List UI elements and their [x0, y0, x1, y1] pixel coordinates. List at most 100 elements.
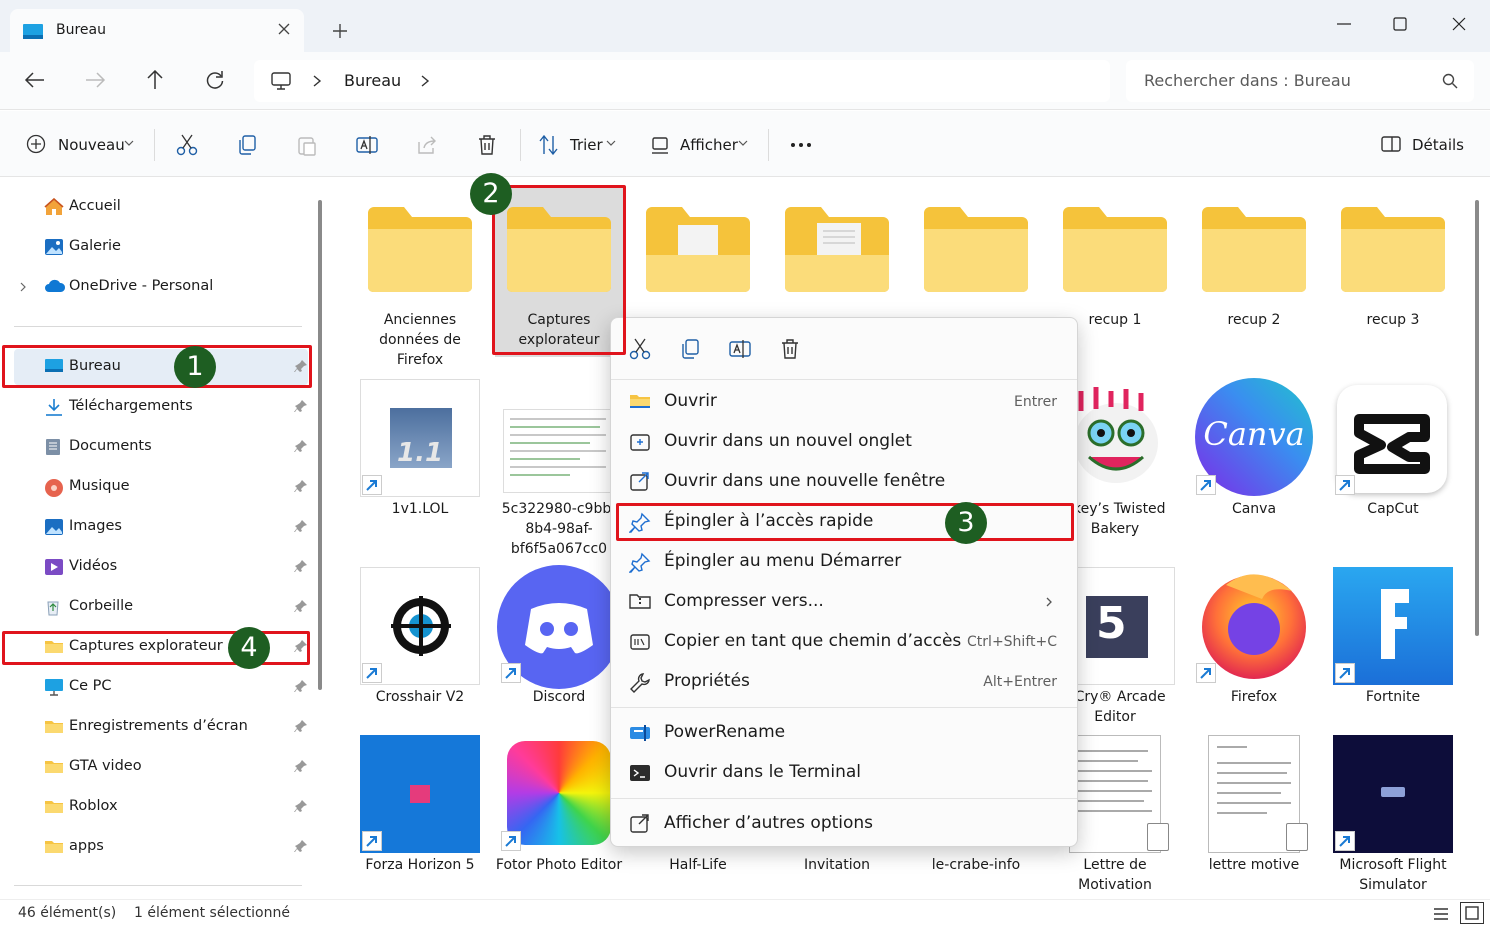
- sidebar-item-gallery[interactable]: Galerie: [14, 229, 308, 265]
- sidebar-item-gta-video[interactable]: GTA video: [14, 749, 308, 785]
- copy-icon[interactable]: [236, 134, 258, 156]
- maximize-icon[interactable]: [1390, 14, 1410, 34]
- file-item[interactable]: 1.1 1v1.LOL: [356, 377, 484, 517]
- list-view-icon[interactable]: [1432, 906, 1450, 922]
- paste-icon[interactable]: [296, 134, 318, 156]
- file-item[interactable]: [634, 197, 762, 317]
- close-window-icon[interactable]: [1449, 14, 1469, 34]
- pin-icon[interactable]: [294, 559, 308, 573]
- file-item[interactable]: Canva Canva: [1190, 377, 1318, 517]
- file-item[interactable]: Anciennes données de Firefox: [356, 197, 484, 377]
- file-item[interactable]: 5c322980-c9bb-8b4-98af-bf6f5a067cc0: [495, 377, 623, 557]
- sort-button[interactable]: Trier: [570, 136, 603, 154]
- breadcrumb-bureau[interactable]: Bureau: [344, 71, 401, 90]
- pin-icon[interactable]: [294, 479, 308, 493]
- file-item[interactable]: [912, 197, 1040, 317]
- menu-item-open-terminal[interactable]: Ouvrir dans le Terminal: [615, 753, 1073, 793]
- context-menu: Ouvrir Entrer Ouvrir dans un nouvel ongl…: [610, 317, 1078, 847]
- pin-icon[interactable]: [294, 519, 308, 533]
- view-icon[interactable]: [650, 134, 672, 156]
- rename-icon[interactable]: [729, 338, 751, 360]
- sidebar-item-onedrive[interactable]: OneDrive - Personal: [14, 269, 308, 305]
- search-box[interactable]: Rechercher dans : Bureau: [1126, 60, 1474, 102]
- view-button[interactable]: Afficher: [680, 136, 738, 154]
- menu-item-powerrename[interactable]: PowerRename: [615, 713, 1073, 753]
- menu-item-open[interactable]: Ouvrir Entrer: [615, 382, 1073, 422]
- sort-icon[interactable]: [538, 134, 560, 156]
- sidebar-item-recycle-bin[interactable]: Corbeille: [14, 589, 308, 625]
- pin-icon[interactable]: [294, 839, 308, 853]
- sidebar-item-home[interactable]: Accueil: [14, 189, 308, 225]
- file-item[interactable]: CapCut: [1329, 377, 1457, 517]
- search-input[interactable]: Rechercher dans : Bureau: [1144, 71, 1351, 90]
- chevron-right-icon[interactable]: [420, 74, 430, 88]
- menu-item-open-new-window[interactable]: Ouvrir dans une nouvelle fenêtre: [615, 462, 1073, 502]
- back-arrow-icon[interactable]: [24, 70, 46, 90]
- pin-icon[interactable]: [294, 439, 308, 453]
- menu-item-more-options[interactable]: Afficher d’autres options: [615, 804, 1073, 844]
- file-item[interactable]: Forza Horizon 5: [356, 733, 484, 899]
- plus-circle-icon[interactable]: [26, 134, 46, 154]
- file-item[interactable]: recup 2: [1190, 197, 1318, 337]
- search-icon[interactable]: [1442, 73, 1458, 89]
- details-button[interactable]: Détails: [1412, 136, 1464, 154]
- sidebar-item-apps[interactable]: apps: [14, 829, 308, 865]
- menu-item-copy-path[interactable]: Copier en tant que chemin d’accès Ctrl+S…: [615, 622, 1073, 662]
- tab-bureau[interactable]: Bureau: [10, 9, 304, 52]
- file-item[interactable]: Crosshair V2: [356, 565, 484, 705]
- sidebar-item-videos[interactable]: Vidéos: [14, 549, 308, 585]
- copy-icon[interactable]: [679, 338, 701, 360]
- sidebar-item-documents[interactable]: Documents: [14, 429, 308, 465]
- sidebar-item-screen-recordings[interactable]: Enregistrements d’écran: [14, 709, 308, 745]
- chevron-down-icon[interactable]: [124, 139, 134, 147]
- chevron-right-icon[interactable]: [312, 74, 322, 88]
- rename-icon[interactable]: [356, 134, 378, 156]
- menu-item-pin-start[interactable]: Épingler au menu Démarrer: [615, 542, 1073, 582]
- pin-icon[interactable]: [294, 759, 308, 773]
- up-arrow-icon[interactable]: [144, 70, 166, 90]
- file-item[interactable]: Firefox: [1190, 565, 1318, 705]
- pin-icon[interactable]: [294, 719, 308, 733]
- cut-icon[interactable]: [629, 338, 651, 360]
- share-icon[interactable]: [416, 134, 438, 156]
- sidebar-item-music[interactable]: Musique: [14, 469, 308, 505]
- menu-item-open-new-tab[interactable]: Ouvrir dans un nouvel onglet: [615, 422, 1073, 462]
- address-bar[interactable]: Bureau: [254, 60, 1110, 102]
- pin-icon[interactable]: [294, 399, 308, 413]
- file-item[interactable]: recup 1: [1051, 197, 1179, 337]
- file-item[interactable]: lettre motive: [1190, 733, 1318, 899]
- cut-icon[interactable]: [176, 134, 198, 156]
- close-tab-icon[interactable]: [276, 21, 292, 37]
- file-item[interactable]: Discord: [495, 565, 623, 705]
- chevron-right-icon[interactable]: [19, 281, 27, 293]
- content-scrollbar[interactable]: [1475, 200, 1479, 636]
- pin-icon[interactable]: [294, 599, 308, 613]
- refresh-icon[interactable]: [204, 70, 226, 90]
- file-item[interactable]: Microsoft Flight Simulator: [1329, 733, 1457, 899]
- more-options-icon[interactable]: [790, 142, 812, 148]
- details-pane-icon[interactable]: [1380, 134, 1402, 154]
- minimize-icon[interactable]: [1334, 14, 1354, 34]
- file-item[interactable]: Fotor Photo Editor: [495, 733, 623, 899]
- new-button[interactable]: Nouveau: [58, 136, 125, 154]
- sidebar-item-downloads[interactable]: Téléchargements: [14, 389, 308, 425]
- delete-icon[interactable]: [476, 134, 498, 156]
- pin-icon[interactable]: [294, 679, 308, 693]
- forward-arrow-icon[interactable]: [84, 70, 106, 90]
- chevron-down-icon[interactable]: [606, 139, 616, 147]
- file-item[interactable]: recup 3: [1329, 197, 1457, 337]
- file-item[interactable]: [773, 197, 901, 317]
- chevron-down-icon[interactable]: [738, 139, 748, 147]
- pin-icon[interactable]: [294, 799, 308, 813]
- sidebar-item-roblox[interactable]: Roblox: [14, 789, 308, 825]
- sidebar-item-images[interactable]: Images: [14, 509, 308, 545]
- new-tab-icon[interactable]: [330, 21, 350, 41]
- sidebar-item-this-pc[interactable]: Ce PC: [14, 669, 308, 705]
- command-bar: Nouveau Trier Afficher Détails: [0, 111, 1490, 177]
- delete-icon[interactable]: [779, 338, 801, 360]
- sidebar-scrollbar[interactable]: [318, 200, 322, 690]
- file-item[interactable]: Fortnite: [1329, 565, 1457, 705]
- tile-view-icon[interactable]: [1460, 902, 1484, 924]
- menu-item-properties[interactable]: Propriétés Alt+Entrer: [615, 662, 1073, 702]
- menu-item-compress[interactable]: Compresser vers...: [615, 582, 1073, 622]
